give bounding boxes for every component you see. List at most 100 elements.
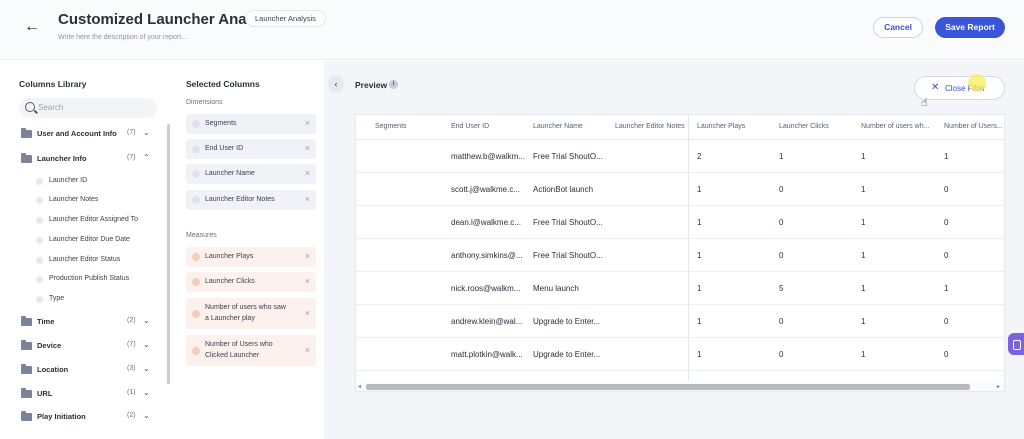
column-header[interactable]: Launcher Clicks — [779, 115, 851, 139]
dimension-icon — [36, 296, 43, 303]
dimension-icon — [36, 178, 43, 185]
frozen-column-divider — [688, 115, 689, 383]
selected-measure-chip[interactable]: Launcher Clicks × — [186, 272, 316, 292]
search-icon — [25, 102, 35, 112]
dimension-icon — [36, 276, 43, 283]
category-device[interactable]: Device (7) ⌄ — [21, 340, 161, 354]
selected-measure-chip[interactable]: Number of users who saw a Launcher play … — [186, 298, 316, 329]
description-field[interactable]: Write here the description of your repor… — [58, 34, 187, 41]
remove-icon[interactable]: × — [305, 251, 310, 261]
dimension-icon — [36, 237, 43, 244]
selected-measure-chip[interactable]: Number of Users who Clicked Launcher × — [186, 335, 316, 366]
category-play-initiation[interactable]: Play Initiation (2) ⌄ — [21, 411, 161, 425]
chevron-up-icon: ⌃ — [143, 153, 150, 162]
dimension-icon — [36, 197, 43, 204]
column-header[interactable]: Segments — [375, 115, 445, 139]
dimension-icon — [36, 257, 43, 264]
column-item-editor-assigned-to[interactable]: Launcher Editor Assigned To — [36, 215, 166, 227]
measure-icon — [192, 278, 200, 286]
folder-icon — [21, 364, 32, 374]
measure-icon — [192, 309, 200, 318]
dimension-icon — [192, 170, 200, 178]
column-header[interactable]: End User ID — [451, 115, 525, 139]
chevron-down-icon: ⌄ — [143, 411, 150, 420]
measures-label: Measures — [186, 232, 217, 239]
scroll-left-arrow-icon[interactable]: ◂ — [358, 383, 361, 390]
category-user-and-account-info[interactable]: User and Account Info (7) ⌄ — [21, 128, 161, 142]
column-item-editor-status[interactable]: Launcher Editor Status — [36, 255, 166, 267]
dimension-icon — [192, 120, 200, 128]
folder-icon — [21, 411, 32, 421]
measure-icon — [192, 253, 200, 261]
category-location[interactable]: Location (3) ⌄ — [21, 364, 161, 378]
chevron-down-icon: ⌄ — [143, 388, 150, 397]
column-item-publish-status[interactable]: Production Publish Status — [36, 274, 166, 286]
selected-columns-title: Selected Columns — [186, 79, 260, 89]
remove-icon[interactable]: × — [305, 143, 310, 153]
category-time[interactable]: Time (2) ⌄ — [21, 316, 161, 330]
horizontal-scrollbar[interactable]: ◂ ▸ — [356, 381, 1004, 391]
selected-dimension-chip[interactable]: Segments × — [186, 114, 316, 134]
report-type-badge: Launcher Analysis — [245, 10, 326, 27]
selected-dimension-chip[interactable]: Launcher Name × — [186, 164, 316, 184]
chevron-down-icon: ⌄ — [143, 128, 150, 137]
measure-icon — [192, 346, 200, 355]
save-report-button[interactable]: Save Report — [935, 17, 1005, 38]
assistant-widget-icon[interactable] — [1008, 333, 1024, 355]
remove-icon[interactable]: × — [305, 308, 310, 318]
column-header[interactable]: Number of Users... — [944, 115, 1004, 139]
chevron-left-icon[interactable]: ‹ — [328, 76, 344, 92]
preview-panel: ‹ Preview i ✕ Close Filter ☝ Segments En… — [324, 61, 1024, 439]
preview-table: Segments End User ID Launcher Name Launc… — [355, 114, 1005, 392]
column-item-type[interactable]: Type — [36, 294, 166, 306]
category-launcher-info[interactable]: Launcher Info (7) ⌃ — [21, 153, 161, 167]
table-row[interactable]: matt.plotkin@walk... Upgrade to Enter...… — [356, 338, 1004, 371]
folder-icon — [21, 388, 32, 398]
table-row[interactable]: scott.j@walkme.c... ActionBot launch 1 0… — [356, 173, 1004, 206]
chevron-down-icon: ⌄ — [143, 364, 150, 373]
table-row[interactable]: andrew.klein@wal... Upgrade to Enter... … — [356, 305, 1004, 338]
column-item-launcher-id[interactable]: Launcher ID — [36, 176, 166, 188]
selected-columns-panel: Selected Columns Dimensions Segments × E… — [172, 61, 324, 439]
scroll-right-arrow-icon[interactable]: ▸ — [997, 383, 1000, 390]
folder-icon — [21, 340, 32, 350]
selected-dimension-chip[interactable]: End User ID × — [186, 139, 316, 159]
dimension-icon — [192, 145, 200, 153]
dimension-icon — [36, 217, 43, 224]
category-url[interactable]: URL (1) ⌄ — [21, 388, 161, 402]
columns-library-title: Columns Library — [19, 79, 87, 89]
column-item-editor-due-date[interactable]: Launcher Editor Due Date — [36, 235, 166, 247]
info-icon[interactable]: i — [389, 80, 398, 89]
table-row[interactable]: matthew.b@walkm... Free Trial ShoutO... … — [356, 140, 1004, 173]
chevron-down-icon: ⌄ — [143, 316, 150, 325]
back-arrow-icon[interactable]: ← — [24, 18, 42, 36]
library-scrollbar[interactable] — [167, 124, 170, 384]
close-icon: ✕ — [931, 82, 940, 93]
report-header: ← Customized Launcher Analysis Launcher … — [0, 0, 1024, 60]
remove-icon[interactable]: × — [305, 276, 310, 286]
table-row[interactable]: nick.roos@walkm... Menu launch 1 5 1 1 — [356, 272, 1004, 305]
folder-icon — [21, 153, 32, 163]
table-row[interactable]: anthony.simkins@... Free Trial ShoutO...… — [356, 239, 1004, 272]
chevron-down-icon: ⌄ — [143, 340, 150, 349]
table-row[interactable]: dean.l@walkme.c... Free Trial ShoutO... … — [356, 206, 1004, 239]
cursor-highlight — [968, 74, 986, 92]
search-input[interactable]: Search — [19, 98, 157, 118]
cancel-button[interactable]: Cancel — [873, 17, 923, 38]
scrollbar-thumb[interactable] — [366, 384, 970, 390]
remove-icon[interactable]: × — [305, 345, 310, 355]
column-header[interactable]: Launcher Plays — [697, 115, 769, 139]
selected-dimension-chip[interactable]: Launcher Editor Notes × — [186, 190, 316, 210]
search-placeholder: Search — [38, 103, 64, 112]
preview-title: Preview — [355, 80, 388, 90]
remove-icon[interactable]: × — [305, 168, 310, 178]
column-header[interactable]: Number of users wh... — [861, 115, 939, 139]
remove-icon[interactable]: × — [305, 194, 310, 204]
remove-icon[interactable]: × — [305, 118, 310, 128]
column-header[interactable]: Launcher Editor Notes — [615, 115, 687, 139]
folder-icon — [21, 128, 32, 138]
column-item-launcher-notes[interactable]: Launcher Notes — [36, 195, 166, 207]
column-header[interactable]: Launcher Name — [533, 115, 609, 139]
hand-cursor-icon: ☝ — [921, 97, 928, 109]
selected-measure-chip[interactable]: Launcher Plays × — [186, 247, 316, 267]
